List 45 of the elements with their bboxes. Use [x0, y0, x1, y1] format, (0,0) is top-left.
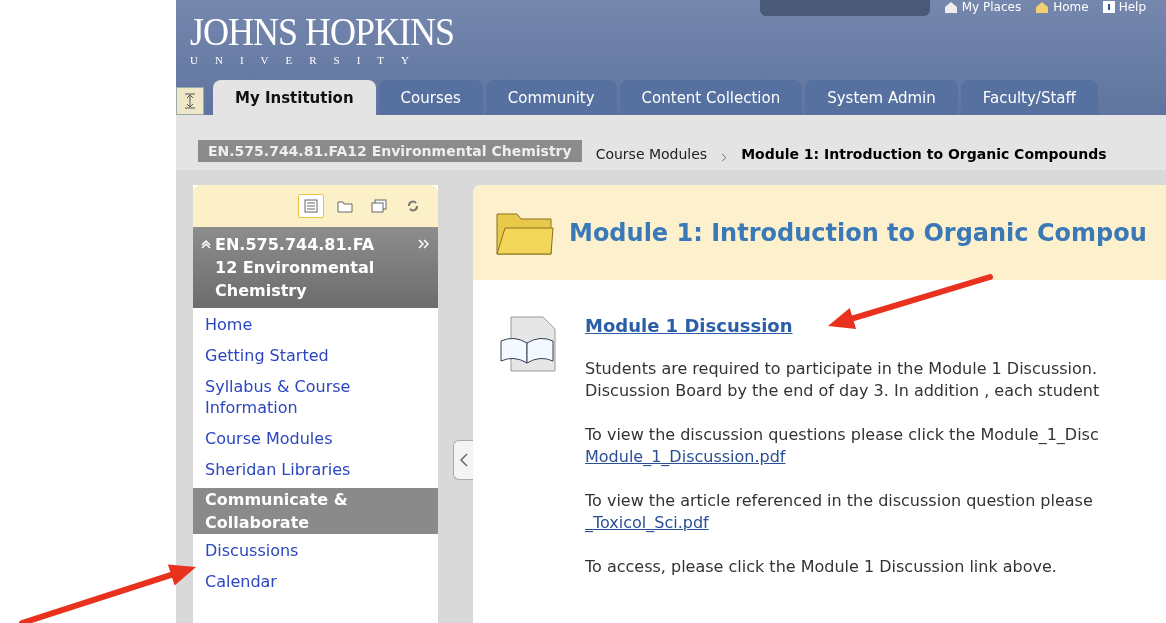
- top-link[interactable]: Help: [1102, 0, 1146, 14]
- nav-tab[interactable]: Community: [485, 80, 617, 115]
- breadcrumb-item: Module 1: Introduction to Organic Compounds: [741, 146, 1107, 162]
- menu-link[interactable]: Syllabus & Course Information: [205, 376, 426, 418]
- folder-icon: [337, 199, 353, 213]
- house-icon: [943, 1, 958, 13]
- menu-link[interactable]: Home: [205, 314, 426, 335]
- view-button[interactable]: [298, 194, 324, 218]
- home-icon: [1035, 1, 1050, 13]
- menu-link[interactable]: Calendar: [205, 571, 426, 592]
- nav-tab[interactable]: Content Collection: [619, 80, 803, 115]
- menu-link[interactable]: Discussions: [205, 540, 426, 561]
- page-title: Module 1: Introduction to Organic Compou: [569, 218, 1147, 247]
- course-title: EN.575.744.81.FA12 Environmental Chemistry: [215, 234, 376, 302]
- menu-heading: Communicate & Collaborate: [193, 488, 438, 534]
- nav-tab[interactable]: Courses: [378, 80, 483, 115]
- description-text: To access, please click the Module 1 Discussion link above.: [585, 556, 1058, 578]
- nav-tab[interactable]: System Admin: [805, 80, 958, 115]
- description-text: To view the article referenced in the discussion question please: [585, 490, 1094, 512]
- top-link[interactable]: My Places: [943, 0, 1022, 14]
- book-icon: [499, 315, 557, 373]
- resize-icon[interactable]: [176, 87, 204, 115]
- breadcrumb-item[interactable]: Course Modules: [595, 146, 708, 162]
- menu-link[interactable]: Course Modules: [205, 428, 426, 449]
- file-link[interactable]: _Toxicol_Sci.pdf: [585, 512, 709, 534]
- expand-icon[interactable]: [418, 239, 430, 249]
- windows-icon: [371, 199, 387, 213]
- menu-link[interactable]: Sheridan Libraries: [205, 459, 426, 480]
- logo-subtitle: UNIVERSITY: [190, 54, 427, 66]
- logo-title: JOHNS HOPKINS: [190, 10, 455, 54]
- collapse-icon[interactable]: [201, 239, 211, 249]
- file-link[interactable]: Module_1_Discussion.pdf: [585, 446, 786, 468]
- refresh-icon: [406, 199, 420, 213]
- chevron-icon: [721, 153, 728, 162]
- nav-tab[interactable]: My Institution: [213, 80, 376, 115]
- description-text: Students are required to participate in the Module 1 Discussion.: [585, 358, 1099, 380]
- nav-tab[interactable]: Faculty/Staff: [960, 80, 1098, 115]
- collapse-handle[interactable]: [453, 440, 473, 480]
- top-link[interactable]: Home: [1035, 0, 1089, 14]
- description-text: Discussion Board by the end of day 3. In addition , each student: [585, 380, 1100, 402]
- description-text: To view the discussion questions please click the Module_1_Disc: [585, 424, 1100, 446]
- list-icon: [304, 199, 318, 213]
- menu-link[interactable]: Getting Started: [205, 345, 426, 366]
- discussion-link[interactable]: Module 1 Discussion: [585, 315, 793, 336]
- help-icon: [1102, 1, 1115, 13]
